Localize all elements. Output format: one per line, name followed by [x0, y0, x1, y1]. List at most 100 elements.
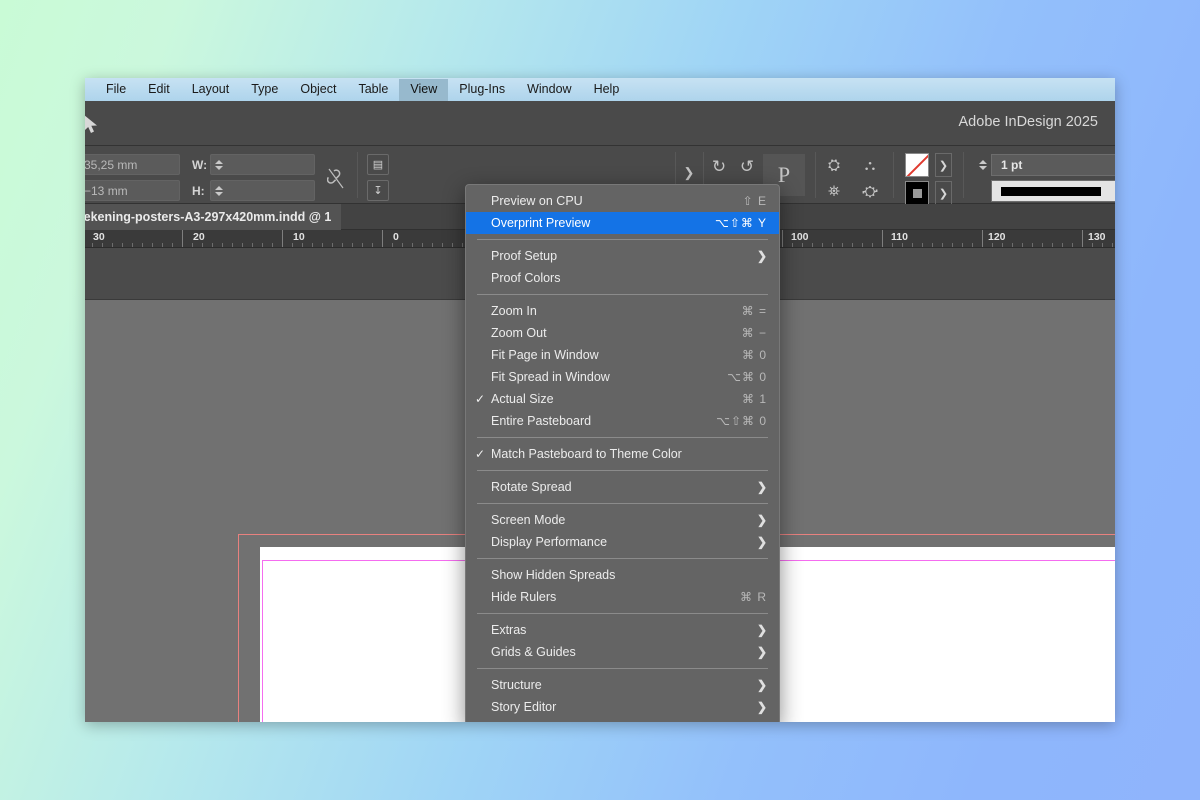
width-field[interactable]: [210, 154, 315, 175]
fill-swatch-picker-arrow[interactable]: ❯: [935, 153, 952, 177]
ruler-minor-tick: [322, 243, 323, 247]
text-wrap-jump-object-icon[interactable]: ⛮: [857, 182, 883, 200]
ruler-minor-tick: [1112, 243, 1113, 247]
menu-item-entire-pasteboard[interactable]: Entire Pasteboard ⌥⇧⌘ 0: [466, 410, 779, 432]
menu-item-show-hidden-spreads[interactable]: Show Hidden Spreads: [466, 564, 779, 586]
width-label: W:: [192, 158, 208, 172]
submenu-chevron-icon: ❯: [756, 249, 767, 263]
menu-item-label: Zoom In: [491, 304, 537, 318]
menubar-item-layout[interactable]: Layout: [181, 79, 241, 101]
ruler-label: 10: [293, 231, 305, 243]
menu-item-fit-page-in-window[interactable]: Fit Page in Window ⌘ 0: [466, 344, 779, 366]
text-wrap-none-icon[interactable]: ⛭: [823, 156, 845, 174]
selection-arrow-tool-icon[interactable]: [85, 114, 99, 134]
menubar-item-object[interactable]: Object: [289, 79, 347, 101]
ruler-label: 30: [93, 231, 105, 243]
ruler-minor-tick: [92, 243, 93, 247]
menu-item-display-performance[interactable]: Display Performance ❯: [466, 531, 779, 553]
ruler-minor-tick: [912, 243, 913, 247]
menubar-item-type[interactable]: Type: [240, 79, 289, 101]
stroke-swatch[interactable]: [905, 181, 929, 205]
menu-item-shortcut: ⌥⇧⌘ 0: [716, 414, 767, 428]
menu-item-grids-guides[interactable]: Grids & Guides ❯: [466, 641, 779, 663]
menubar-item-file[interactable]: File: [95, 79, 137, 101]
ruler-major-tick: [1082, 230, 1083, 247]
menubar-item-window[interactable]: Window: [516, 79, 582, 101]
menu-item-zoom-out[interactable]: Zoom Out ⌘ −: [466, 322, 779, 344]
ruler-label: 130: [1088, 231, 1106, 243]
menu-separator: [477, 470, 768, 471]
ruler-minor-tick: [1062, 243, 1063, 247]
menu-item-label: Preview on CPU: [491, 194, 583, 208]
menu-item-match-pasteboard-to-theme-color[interactable]: ✓ Match Pasteboard to Theme Color: [466, 443, 779, 465]
ruler-minor-tick: [152, 243, 153, 247]
toolbar-divider: [357, 152, 358, 198]
text-wrap-bounding-box-icon[interactable]: ⛬: [857, 156, 883, 174]
rotate-counterclockwise-icon[interactable]: ↺: [737, 158, 757, 175]
ruler-minor-tick: [812, 243, 813, 247]
ruler-minor-tick: [1012, 243, 1013, 247]
ruler-major-tick: [982, 230, 983, 247]
menubar-item-plug-ins[interactable]: Plug-Ins: [448, 79, 516, 101]
menu-item-structure[interactable]: Structure ❯: [466, 674, 779, 696]
height-field[interactable]: [210, 180, 315, 201]
ruler-major-tick: [782, 230, 783, 247]
menu-item-preview-on-cpu[interactable]: Preview on CPU ⇧ E: [466, 190, 779, 212]
submenu-chevron-icon: ❯: [756, 535, 767, 549]
fill-swatch[interactable]: [905, 153, 929, 177]
ruler-minor-tick: [832, 243, 833, 247]
ruler-minor-tick: [342, 243, 343, 247]
width-stepper[interactable]: [212, 154, 225, 175]
menu-separator: [477, 239, 768, 240]
menu-item-zoom-in[interactable]: Zoom In ⌘ =: [466, 300, 779, 322]
submenu-chevron-icon: ❯: [756, 513, 767, 527]
menubar-item-view[interactable]: View: [399, 78, 449, 101]
text-wrap-object-shape-icon[interactable]: ⛯: [823, 182, 845, 200]
chevron-right-icon[interactable]: ❯: [681, 164, 697, 180]
menu-item-shortcut: ⌥⇧⌘ Y: [714, 216, 767, 230]
menu-item-fit-spread-in-window[interactable]: Fit Spread in Window ⌥⌘ 0: [466, 366, 779, 388]
menu-item-shortcut: ⌘ 1: [741, 392, 767, 406]
menu-item-proof-colors[interactable]: Proof Colors: [466, 267, 779, 289]
menu-item-story-editor[interactable]: Story Editor ❯: [466, 696, 779, 718]
x-position-field[interactable]: 35,25 mm: [85, 154, 180, 175]
stroke-style-select[interactable]: ▾: [991, 180, 1115, 202]
stroke-weight-select[interactable]: 1 pt ▾: [991, 154, 1115, 176]
view-menu-dropdown[interactable]: Preview on CPU ⇧ E Overprint Preview ⌥⇧⌘ Y P…: [465, 184, 780, 722]
menu-item-extras[interactable]: Extras ❯: [466, 619, 779, 641]
menu-item-shortcut: ⌘ −: [741, 326, 767, 340]
align-right-edge-icon[interactable]: ▤: [367, 154, 389, 175]
menu-item-label: Actual Size: [491, 392, 554, 406]
ruler-minor-tick: [992, 243, 993, 247]
rotate-clockwise-icon[interactable]: ↻: [709, 158, 729, 175]
height-stepper[interactable]: [212, 180, 225, 201]
ruler-minor-tick: [432, 243, 433, 247]
menu-item-screen-mode[interactable]: Screen Mode ❯: [466, 509, 779, 531]
menu-item-label: Fit Page in Window: [491, 348, 599, 362]
ruler-minor-tick: [462, 243, 463, 247]
ruler-minor-tick: [972, 243, 973, 247]
ruler-minor-tick: [172, 243, 173, 247]
menu-item-hide-rulers[interactable]: Hide Rulers ⌘ R: [466, 586, 779, 608]
link-broken-icon[interactable]: [327, 168, 345, 190]
ruler-minor-tick: [142, 243, 143, 247]
menubar-item-help[interactable]: Help: [583, 79, 631, 101]
submenu-chevron-icon: ❯: [756, 678, 767, 692]
y-position-field[interactable]: −13 mm: [85, 180, 180, 201]
ruler-minor-tick: [212, 243, 213, 247]
menu-item-actual-size[interactable]: ✓ Actual Size ⌘ 1: [466, 388, 779, 410]
ruler-minor-tick: [1102, 243, 1103, 247]
stroke-swatch-picker-arrow[interactable]: ❯: [935, 181, 952, 205]
ruler-minor-tick: [1032, 243, 1033, 247]
menubar-item-edit[interactable]: Edit: [137, 79, 181, 101]
menubar-item-table[interactable]: Table: [347, 79, 399, 101]
document-tab[interactable]: werktekening-posters-A3-297x420mm.indd @…: [85, 204, 342, 230]
ruler-minor-tick: [892, 243, 893, 247]
menu-item-overprint-preview[interactable]: Overprint Preview ⌥⇧⌘ Y: [466, 212, 779, 234]
ruler-minor-tick: [352, 243, 353, 247]
stroke-weight-stepper[interactable]: [976, 154, 989, 175]
ruler-minor-tick: [252, 243, 253, 247]
menu-item-rotate-spread[interactable]: Rotate Spread ❯: [466, 476, 779, 498]
menu-item-proof-setup[interactable]: Proof Setup ❯: [466, 245, 779, 267]
distribute-down-icon[interactable]: ↧: [367, 180, 389, 201]
